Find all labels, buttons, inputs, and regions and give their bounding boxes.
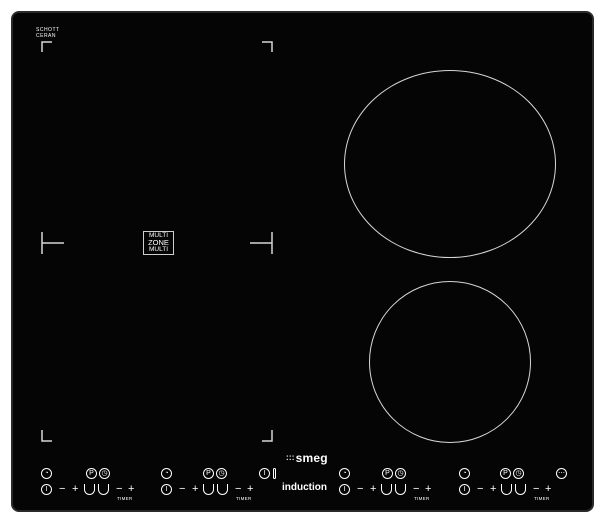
brand-logo-text: smeg bbox=[295, 451, 328, 465]
heat-level-icon[interactable] bbox=[203, 484, 214, 495]
power-icon[interactable]: I bbox=[41, 484, 52, 495]
multizone-badge: MULTI ZONE MULTI bbox=[143, 231, 174, 255]
zone-indicator-icon[interactable]: ◔ bbox=[41, 468, 52, 479]
heat-level-icon[interactable] bbox=[98, 484, 109, 495]
plus-button[interactable]: + bbox=[370, 484, 376, 495]
power-icon[interactable]: I bbox=[259, 468, 270, 479]
timer-label: TIMER bbox=[534, 496, 550, 501]
timer-plus-button[interactable]: + bbox=[425, 484, 431, 495]
heat-level-icon[interactable] bbox=[501, 484, 512, 495]
timer-label: TIMER bbox=[236, 496, 252, 501]
clock-icon[interactable]: ◷ bbox=[513, 468, 524, 479]
heat-level-icon[interactable] bbox=[395, 484, 406, 495]
minus-button[interactable]: − bbox=[179, 484, 185, 495]
pause-icon[interactable]: P bbox=[86, 468, 97, 479]
heat-level-icon[interactable] bbox=[84, 484, 95, 495]
heat-level-icon[interactable] bbox=[515, 484, 526, 495]
clock-icon[interactable]: ◷ bbox=[395, 468, 406, 479]
multizone-outline bbox=[41, 41, 273, 442]
clock-icon[interactable]: ◷ bbox=[99, 468, 110, 479]
timer-minus-button[interactable]: − bbox=[413, 484, 419, 495]
plus-button[interactable]: + bbox=[72, 484, 78, 495]
timer-minus-button[interactable]: − bbox=[533, 484, 539, 495]
clock-icon[interactable]: ◷ bbox=[216, 468, 227, 479]
timer-minus-button[interactable]: − bbox=[235, 484, 241, 495]
lock-icon[interactable] bbox=[273, 468, 276, 479]
multizone-line: ZONE bbox=[148, 238, 169, 247]
zone-indicator-icon[interactable]: ◔ bbox=[161, 468, 172, 479]
minus-button[interactable]: − bbox=[59, 484, 65, 495]
large-cooking-zone bbox=[344, 70, 556, 258]
timer-minus-button[interactable]: − bbox=[116, 484, 122, 495]
power-icon[interactable]: I bbox=[339, 484, 350, 495]
pause-icon[interactable]: P bbox=[382, 468, 393, 479]
minus-button[interactable]: − bbox=[357, 484, 363, 495]
small-cooking-zone bbox=[369, 281, 531, 443]
induction-label: induction bbox=[282, 482, 327, 493]
pause-icon[interactable]: P bbox=[203, 468, 214, 479]
clock-icon[interactable]: ⋯ bbox=[556, 468, 567, 479]
heat-level-icon[interactable] bbox=[217, 484, 228, 495]
timer-plus-button[interactable]: + bbox=[128, 484, 134, 495]
brand-logo: :::smeg bbox=[286, 451, 328, 465]
plus-button[interactable]: + bbox=[192, 484, 198, 495]
timer-plus-button[interactable]: + bbox=[247, 484, 253, 495]
zone-indicator-icon[interactable]: ◔ bbox=[459, 468, 470, 479]
heat-level-icon[interactable] bbox=[381, 484, 392, 495]
timer-plus-button[interactable]: + bbox=[545, 484, 551, 495]
power-icon[interactable]: I bbox=[161, 484, 172, 495]
zone-indicator-icon[interactable]: ◔ bbox=[339, 468, 350, 479]
timer-label: TIMER bbox=[117, 496, 133, 501]
multizone-line: MULTI bbox=[148, 246, 169, 253]
brand-logo-dots: ::: bbox=[286, 453, 295, 462]
timer-label: TIMER bbox=[414, 496, 430, 501]
minus-button[interactable]: − bbox=[477, 484, 483, 495]
pause-icon[interactable]: P bbox=[500, 468, 511, 479]
power-icon[interactable]: I bbox=[459, 484, 470, 495]
plus-button[interactable]: + bbox=[490, 484, 496, 495]
